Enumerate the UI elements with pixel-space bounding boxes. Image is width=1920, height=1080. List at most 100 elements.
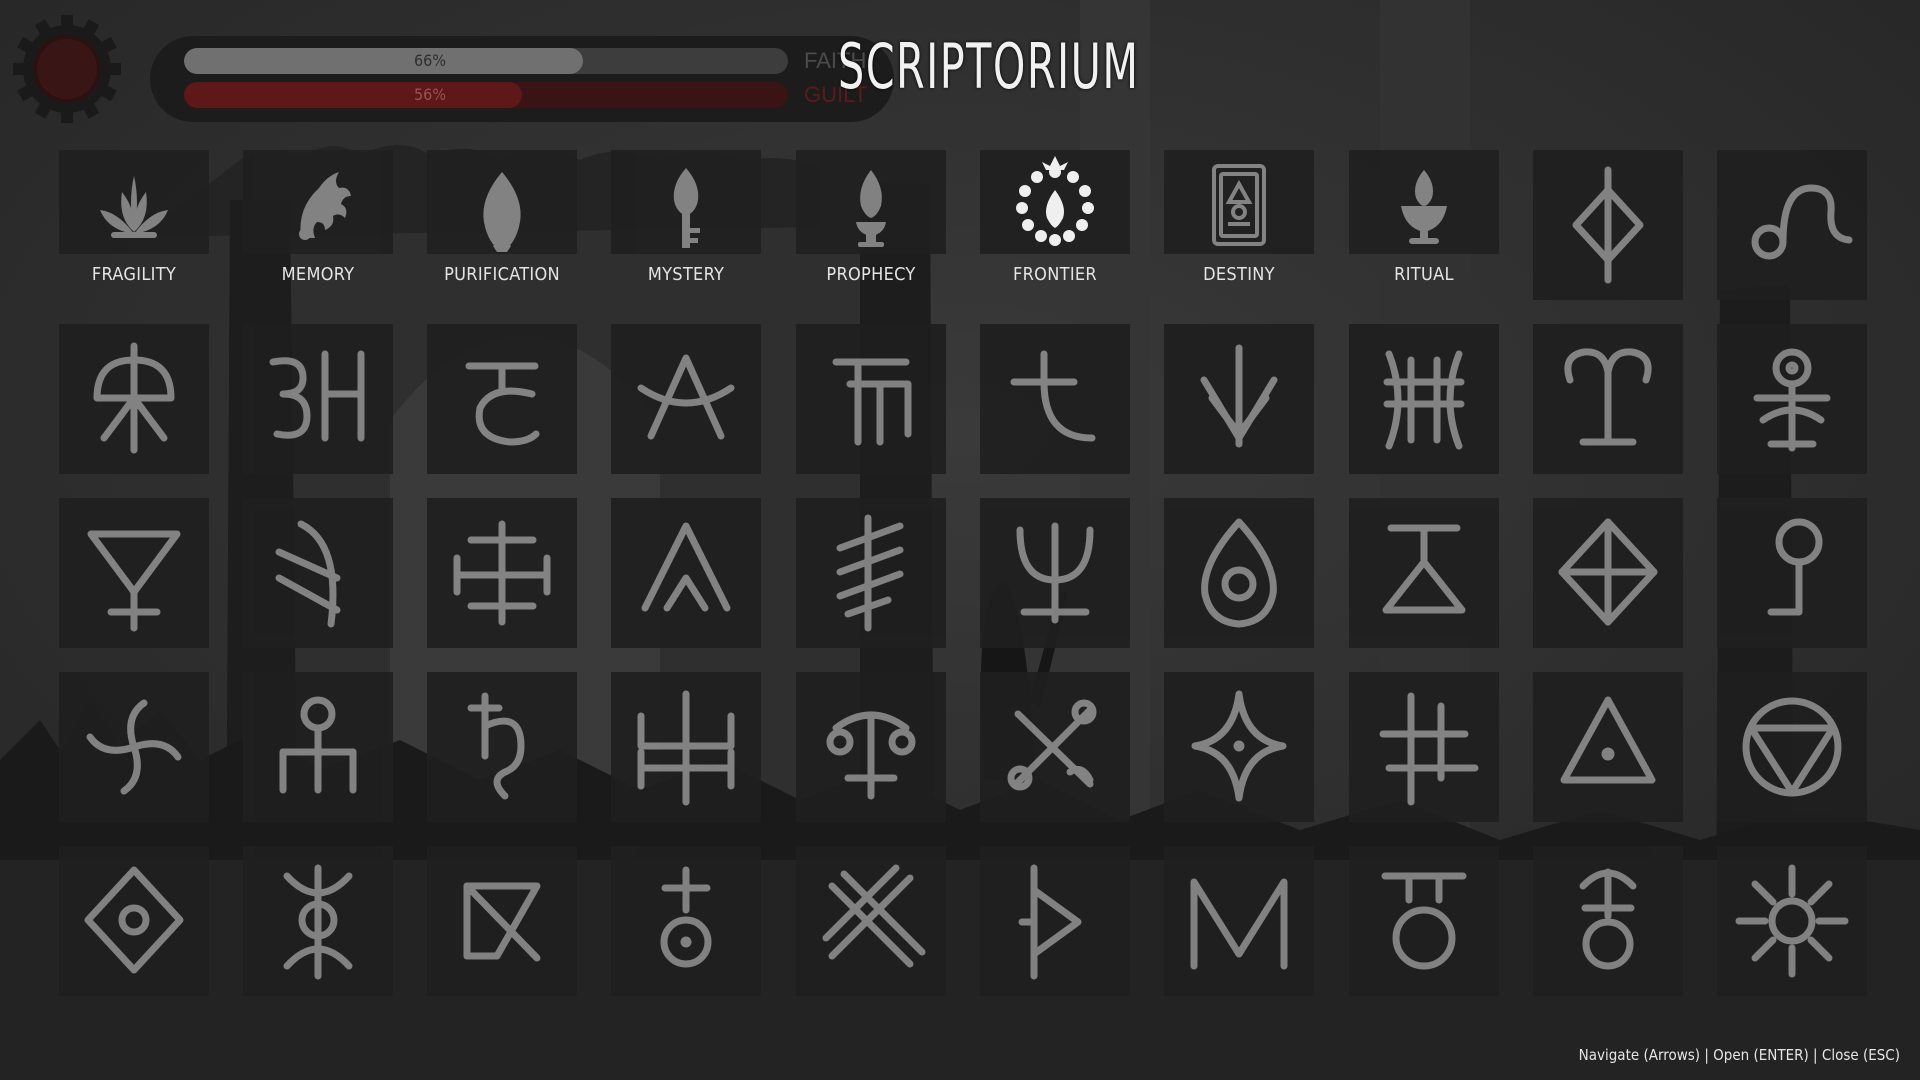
glyph-tile[interactable] (427, 672, 577, 822)
glyph-tile[interactable] (59, 498, 209, 648)
controls-hint: Navigate (Arrows) | Open (ENTER) | Close… (1578, 1046, 1900, 1064)
glyph-tile[interactable] (59, 150, 209, 254)
glyph-tile[interactable] (1349, 150, 1499, 254)
rune-bar-circle-icon (1381, 872, 1467, 970)
ritual-icon (1401, 170, 1447, 244)
glyph-tile[interactable] (1533, 498, 1683, 648)
glyph-tile[interactable] (59, 672, 209, 822)
glyph-tile[interactable] (59, 324, 209, 474)
glyph-tile[interactable] (796, 150, 946, 254)
glyph-tile[interactable] (611, 672, 761, 822)
status-hud: 66% 56% FAITH GUILT (12, 14, 894, 124)
glyph-tile[interactable] (427, 498, 577, 648)
glyph-label: PURIFICATION (444, 264, 560, 285)
rune-t-c-icon (465, 362, 540, 446)
rune-triangle-dot-icon (1560, 696, 1656, 784)
glyph-tile[interactable] (980, 324, 1130, 474)
glyph-tile[interactable] (1717, 672, 1867, 822)
glyph-tile[interactable] (1349, 846, 1499, 996)
glyph-label: MYSTERY (647, 264, 725, 285)
rune-gate-icon (832, 358, 912, 446)
purification-icon (483, 172, 521, 252)
rune-eye-icon (1201, 518, 1277, 628)
glyph-tile[interactable] (59, 846, 209, 996)
glyph-tile[interactable] (1164, 672, 1314, 822)
rune-angle-icon (275, 520, 341, 628)
glyph-tile[interactable] (243, 150, 393, 254)
glyph-tile[interactable] (1164, 846, 1314, 996)
glyph-tile[interactable] (980, 498, 1130, 648)
glyph-tile[interactable] (611, 324, 761, 474)
rune-scales-icon (826, 711, 916, 800)
glyph-tile[interactable] (796, 324, 946, 474)
glyph-tile[interactable] (1349, 672, 1499, 822)
glyph-tile[interactable] (427, 150, 577, 254)
rune-figure-icon (279, 696, 357, 794)
glyph-tile[interactable] (243, 672, 393, 822)
glyph-tile[interactable] (796, 846, 946, 996)
memory-icon (299, 172, 351, 240)
rune-crossed-circles-icon (1007, 699, 1097, 791)
rune-t-circle-icon (660, 866, 712, 968)
glyph-label: MEMORY (281, 264, 355, 285)
rune-diamond-quartered-icon (1558, 518, 1658, 626)
rune-mercury-icon (1753, 348, 1831, 452)
rune-aries-icon (1564, 348, 1652, 446)
glyph-tile[interactable] (1164, 150, 1314, 254)
rune-parasol-icon (93, 342, 175, 454)
glyph-tile[interactable] (1164, 324, 1314, 474)
page-title: SCRIPTORIUM (838, 30, 1140, 103)
rune-saturn-icon (467, 692, 525, 800)
glyph-tile[interactable] (1533, 150, 1683, 300)
glyph-tile[interactable] (243, 498, 393, 648)
rune-trident-icon (1016, 522, 1094, 624)
rune-slashed-bar-icon (836, 514, 904, 632)
mystery-icon (673, 168, 700, 248)
rune-double-cross-icon (453, 520, 551, 626)
glyph-tile[interactable] (980, 672, 1130, 822)
glyph-tile[interactable] (796, 672, 946, 822)
frontier-icon (1016, 156, 1094, 246)
faith-meter: 66% (184, 48, 788, 74)
glyph-tile[interactable] (611, 846, 761, 996)
glyph-tile[interactable] (243, 846, 393, 996)
glyph-tile[interactable] (1164, 498, 1314, 648)
gear-icon (13, 15, 121, 123)
rune-t-hook-icon (1010, 350, 1096, 442)
fragility-icon (100, 176, 168, 238)
glyph-label: DESTINY (1203, 264, 1275, 285)
glyph-tile[interactable] (427, 846, 577, 996)
rune-star-diamond-icon (1191, 690, 1287, 802)
rune-bracket-bars-icon (1383, 350, 1465, 450)
glyph-tile[interactable] (1533, 324, 1683, 474)
glyph-tile[interactable] (1533, 672, 1683, 822)
rune-arrow-down-icon (1200, 344, 1278, 448)
rune-hook-circle-icon (1767, 518, 1823, 616)
glyph-tile[interactable] (1533, 846, 1683, 996)
rune-crossed-a-icon (637, 354, 735, 440)
glyph-label: PROPHECY (826, 264, 916, 285)
guilt-percent: 56% (414, 85, 446, 104)
glyph-tile[interactable] (1717, 324, 1867, 474)
rune-diamond-dot-icon (84, 866, 184, 974)
faith-percent: 66% (414, 51, 446, 70)
rune-hash-icon (1379, 692, 1479, 806)
rune-t-triangle-icon (1382, 524, 1466, 614)
glyph-tile[interactable] (796, 498, 946, 648)
glyph-tile[interactable] (611, 150, 761, 254)
glyph-tile[interactable] (980, 846, 1130, 996)
glyph-tile[interactable] (1717, 150, 1867, 300)
glyph-label: FRAGILITY (91, 264, 177, 285)
glyph-tile[interactable] (1349, 498, 1499, 648)
glyph-tile[interactable] (611, 498, 761, 648)
rune-double-crescent-icon (283, 864, 353, 980)
glyph-tile[interactable] (980, 150, 1130, 254)
rune-m-icon (1190, 878, 1288, 970)
glyph-tile[interactable] (427, 324, 577, 474)
rune-three-h-icon (269, 350, 365, 442)
glyph-tile[interactable] (1717, 498, 1867, 648)
glyph-tile[interactable] (1717, 846, 1867, 996)
glyph-tile[interactable] (243, 324, 393, 474)
rune-leo-icon (1751, 184, 1853, 260)
glyph-tile[interactable] (1349, 324, 1499, 474)
